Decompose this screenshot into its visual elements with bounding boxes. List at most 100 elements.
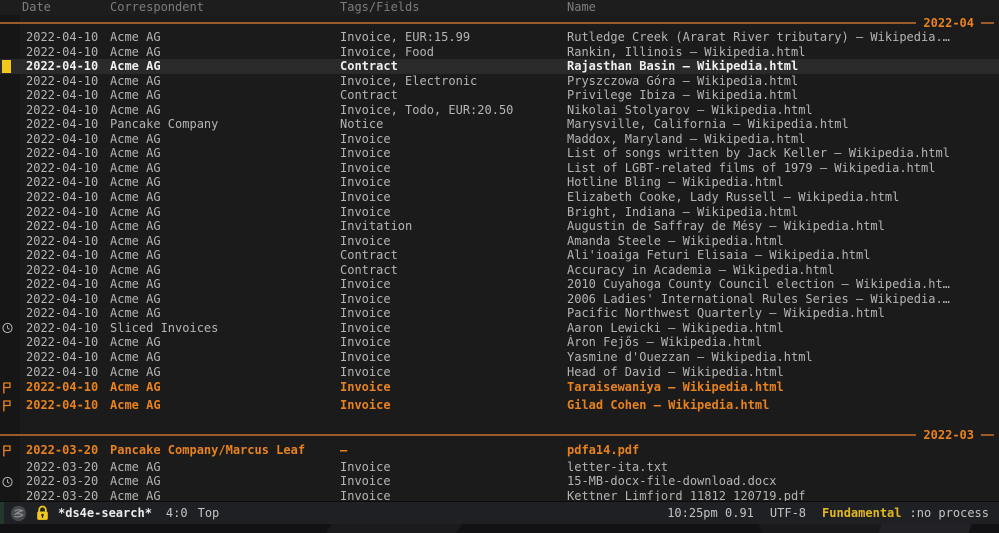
document-row[interactable]: 2022-04-10Acme AGInvoice2006 Ladies' Int… [0,292,999,307]
row-tags: Invoice [340,292,567,307]
row-date: 2022-04-10 [26,321,110,336]
column-header-correspondent[interactable]: Correspondent [110,0,340,15]
fringe-cell [0,103,26,118]
row-date: 2022-04-10 [26,74,110,89]
row-tags: Invoice [340,335,567,350]
document-row[interactable]: 2022-04-10Acme AGInvoiceGilad Cohen – Wi… [0,397,999,415]
document-row[interactable]: 2022-03-20Acme AGInvoice15-MB-docx-file-… [0,474,999,489]
document-row[interactable]: 2022-04-10Acme AGInvitationAugustin de S… [0,219,999,234]
document-row[interactable]: 2022-04-10Acme AGInvoiceMaddox, Maryland… [0,132,999,147]
fringe-cell [0,146,26,161]
modeline[interactable]: *ds4e-search* 4:0 Top 10:25pm 0.91 UTF-8… [0,501,999,524]
document-row[interactable]: 2022-04-10Acme AGInvoiceBright, Indiana … [0,205,999,220]
document-row[interactable]: 2022-04-10Acme AGInvoice, Todo, EUR:20.5… [0,103,999,118]
row-correspondent: Acme AG [110,335,340,350]
document-row[interactable]: 2022-04-10Acme AGInvoiceHead of David – … [0,365,999,380]
process-indicator: :no process [910,506,989,520]
row-tags: Invoice, Electronic [340,74,567,89]
row-name: Elizabeth Cooke, Lady Russell – Wikipedi… [567,190,999,205]
row-tags: – [340,442,567,460]
document-row[interactable]: 2022-04-10Acme AGInvoiceElizabeth Cooke,… [0,190,999,205]
row-correspondent: Acme AG [110,263,340,278]
results-header: Date Correspondent Tags/Fields Name [0,0,999,15]
row-tags: Invoice [340,190,567,205]
desktop-wallpaper-strip [0,524,999,533]
document-row[interactable]: 2022-04-10Acme AGContractPrivilege Ibiza… [0,88,999,103]
column-header-date[interactable]: Date [22,0,110,15]
separator-month-label: 2022-04 [916,16,981,30]
document-row[interactable]: 2022-04-10Acme AGInvoice, EUR:15.99Rutle… [0,30,999,45]
row-correspondent: Acme AG [110,306,340,321]
row-date: 2022-04-10 [26,205,110,220]
cursor-block [2,60,11,73]
clock-icon-fringe [0,474,26,489]
row-tags: Contract [340,248,567,263]
row-tags: Invoice, EUR:15.99 [340,30,567,45]
document-row[interactable]: 2022-04-10Pancake CompanyNoticeMarysvill… [0,117,999,132]
row-tags: Invoice [340,474,567,489]
buffer-name[interactable]: *ds4e-search* [58,506,152,520]
separator-line [981,22,994,24]
row-name: Augustin de Saffray de Mésy – Wikipedia.… [567,219,999,234]
column-header-tags[interactable]: Tags/Fields [340,0,567,15]
search-results-buffer[interactable]: Date Correspondent Tags/Fields Name 2022… [0,0,999,501]
document-row[interactable]: 2022-04-10Acme AGInvoiceList of songs wr… [0,146,999,161]
wallpaper-shape [324,524,467,533]
fringe-cell [0,117,26,132]
clock-and-load: 10:25pm 0.91 [667,506,754,520]
cursor-block-fringe [0,59,26,74]
document-row[interactable]: 2022-04-10Acme AGInvoice2010 Cuyahoga Co… [0,277,999,292]
document-row[interactable]: 2022-04-10Acme AGContractRajasthan Basin… [0,59,999,74]
document-row[interactable]: 2022-04-10Acme AGInvoiceTaraisewaniya – … [0,379,999,397]
row-tags: Invoice [340,277,567,292]
separator-line [0,434,916,436]
fringe-cell [0,335,26,350]
encoding-indicator[interactable]: UTF-8 [770,506,806,520]
document-row[interactable]: 2022-04-10Acme AGInvoiceÁron Fejős – Wik… [0,335,999,350]
row-correspondent: Pancake Company/Marcus Leaf [110,442,340,460]
row-date: 2022-04-10 [26,379,110,397]
document-row[interactable]: 2022-03-20Pancake Company/Marcus Leaf–pd… [0,442,999,460]
row-date: 2022-04-10 [26,263,110,278]
document-row[interactable]: 2022-04-10Acme AGContractAli'ioaiga Fetu… [0,248,999,263]
document-row[interactable]: 2022-04-10Acme AGContractAccuracy in Aca… [0,263,999,278]
row-date: 2022-03-20 [26,442,110,460]
fringe-cell [0,489,26,501]
row-name: Taraisewaniya – Wikipedia.html [567,379,999,397]
row-correspondent: Acme AG [110,460,340,475]
row-name: Privilege Ibiza – Wikipedia.html [567,88,999,103]
column-header-name[interactable]: Name [567,0,999,15]
document-row[interactable]: 2022-04-10Acme AGInvoiceHotline Bling – … [0,175,999,190]
row-name: Hotline Bling – Wikipedia.html [567,175,999,190]
fringe-cell [0,263,26,278]
document-row[interactable]: 2022-04-10Acme AGInvoice, FoodRankin, Il… [0,45,999,60]
document-row[interactable]: 2022-03-20Acme AGInvoiceletter-ita.txt [0,460,999,475]
row-date: 2022-04-10 [26,88,110,103]
fringe-cell [0,161,26,176]
row-correspondent: Acme AG [110,45,340,60]
document-row[interactable]: 2022-04-10Acme AGInvoiceYasmine d'Ouezza… [0,350,999,365]
document-row[interactable]: 2022-04-10Acme AGInvoiceAmanda Steele – … [0,234,999,249]
document-row[interactable]: 2022-04-10Acme AGInvoicePacific Northwes… [0,306,999,321]
fringe-cell [0,219,26,234]
fringe-cell [0,365,26,380]
document-row[interactable]: 2022-04-10Acme AGInvoiceList of LGBT-rel… [0,161,999,176]
row-name: 2010 Cuyahoga County Council election – … [567,277,999,292]
separator-line [981,434,994,436]
row-name: Rankin, Illinois – Wikipedia.html [567,45,999,60]
major-mode-indicator[interactable]: Fundamental [822,506,901,520]
results-list: 2022-042022-04-10Acme AGInvoice, EUR:15.… [0,15,999,501]
flag-icon-fringe [0,397,26,415]
row-name: Áron Fejős – Wikipedia.html [567,335,999,350]
fringe-cell [0,45,26,60]
result-section: 2022-042022-04-10Acme AGInvoice, EUR:15.… [0,15,999,414]
document-row[interactable]: 2022-03-20Acme AGInvoiceKettner Limfjord… [0,489,999,501]
row-date: 2022-04-10 [26,45,110,60]
row-tags: Invoice [340,321,567,336]
emacs-frame: Date Correspondent Tags/Fields Name 2022… [0,0,999,533]
document-row[interactable]: 2022-04-10Sliced InvoicesInvoiceAaron Le… [0,321,999,336]
row-tags: Notice [340,117,567,132]
row-correspondent: Acme AG [110,350,340,365]
row-date: 2022-04-10 [26,103,110,118]
document-row[interactable]: 2022-04-10Acme AGInvoice, ElectronicPrys… [0,74,999,89]
